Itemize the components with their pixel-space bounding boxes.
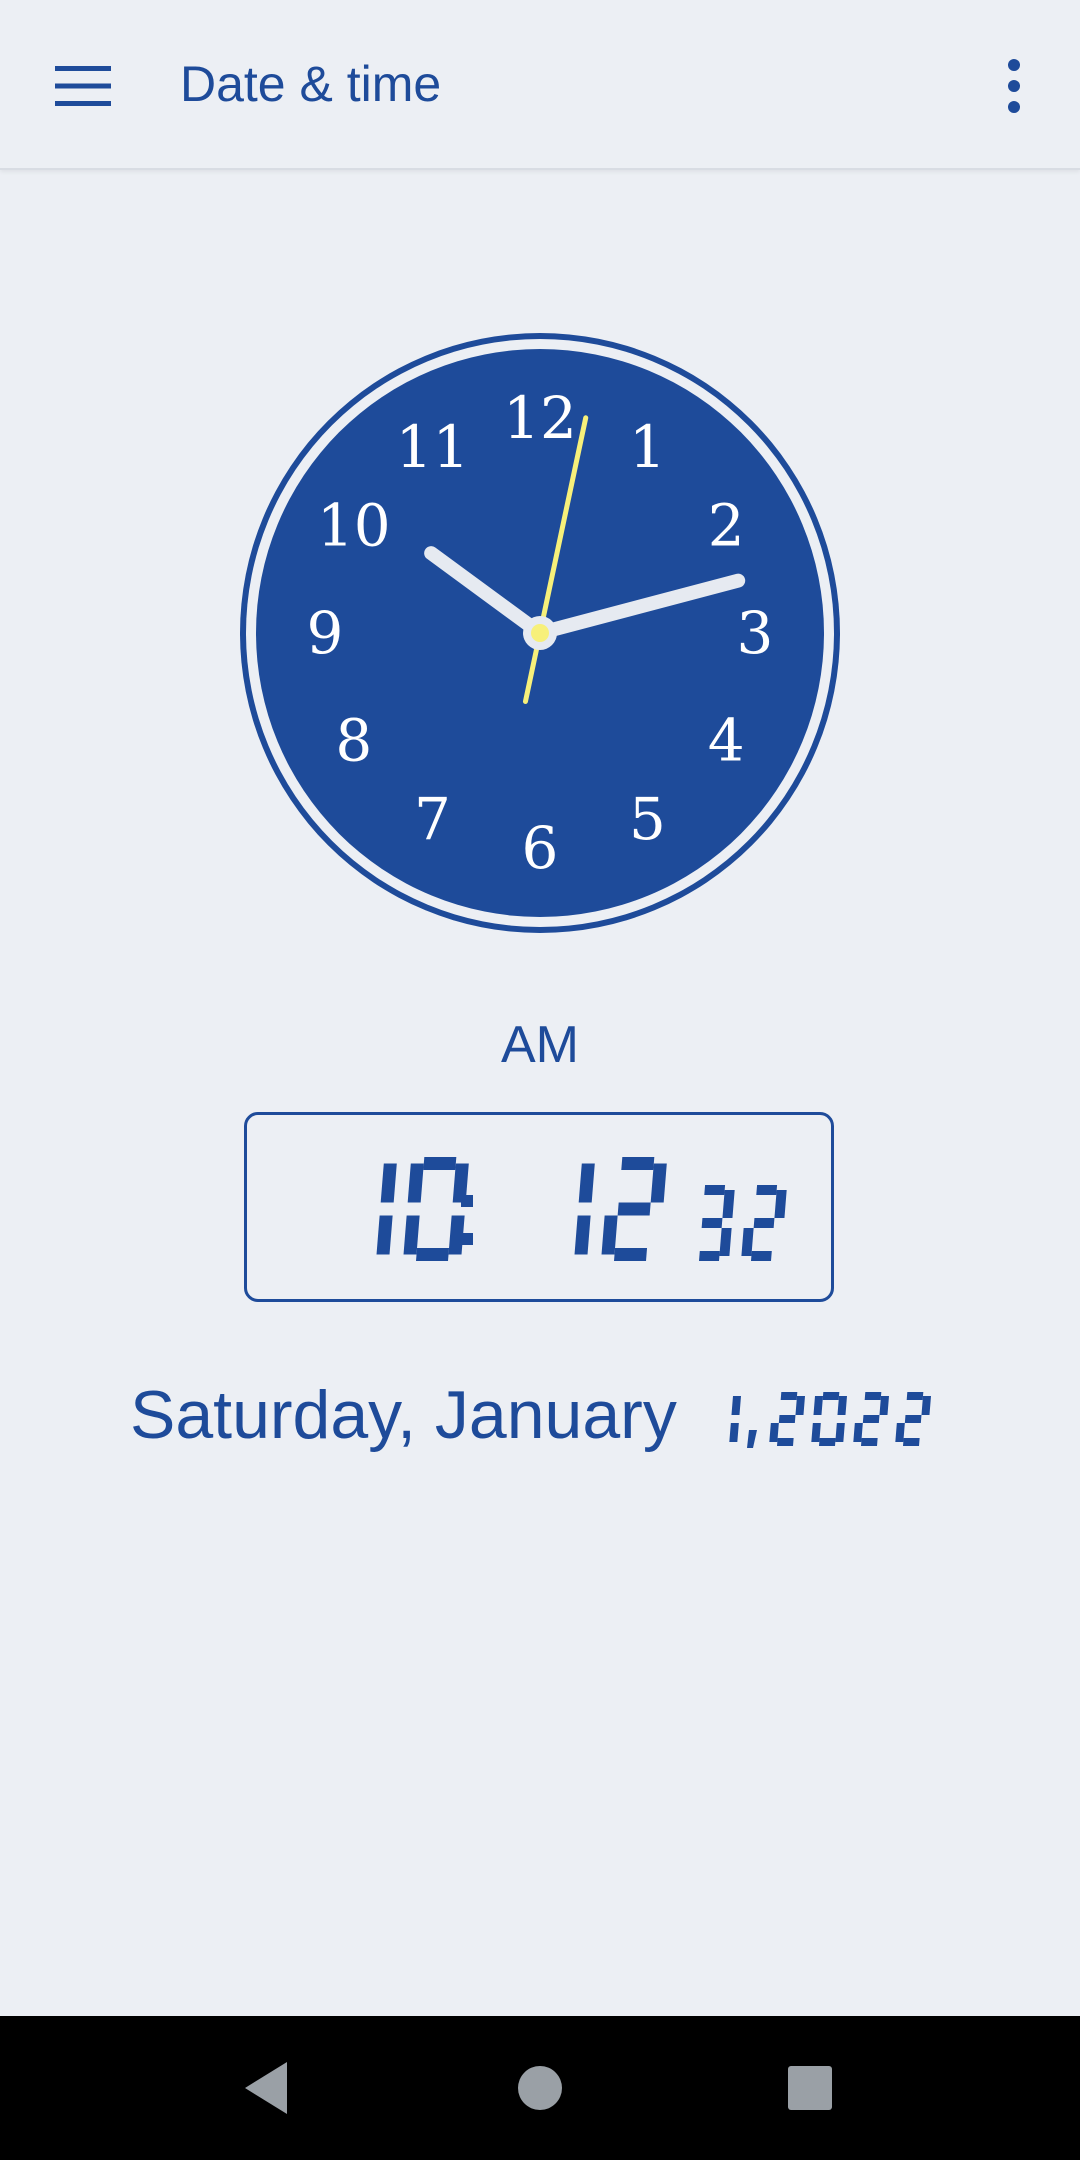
clock-numeral-9: 9 (307, 599, 344, 667)
nav-back-button[interactable] (222, 2044, 310, 2132)
digital-clock (244, 1112, 834, 1302)
digital-minutes-digit (601, 1157, 667, 1261)
digital-hours (376, 1157, 469, 1261)
digital-seconds (699, 1185, 787, 1261)
date-digit (895, 1392, 931, 1446)
back-triangle-icon (245, 2062, 287, 2114)
digital-seconds-digit (699, 1185, 735, 1261)
digital-hours-digit (403, 1157, 469, 1261)
clock-numeral-7: 7 (414, 785, 451, 853)
clock-numeral-8: 8 (335, 707, 372, 775)
clock-numeral-2: 2 (708, 492, 745, 560)
top-app-bar: Date & time (0, 0, 1080, 170)
date-day-year (701, 1386, 931, 1455)
analog-clock: 12 1 2 3 4 5 6 7 8 9 10 11 (237, 330, 843, 936)
clock-numeral-5: 5 (629, 785, 666, 853)
clock-numeral-10: 10 (317, 492, 391, 560)
overflow-menu-button[interactable] (978, 50, 1050, 122)
hamburger-menu-icon (55, 66, 111, 106)
system-navigation-bar (0, 2016, 1080, 2160)
date-digit (811, 1392, 847, 1446)
digital-minutes (574, 1157, 667, 1261)
digital-seconds-digit (741, 1185, 787, 1261)
date-digit (769, 1392, 805, 1446)
more-vert-icon (1008, 59, 1020, 113)
clock-center-dot (531, 624, 549, 642)
am-pm-indicator: AM (501, 1016, 579, 1074)
clock-numeral-11: 11 (396, 413, 470, 481)
date-weekday-month: Saturday, January (130, 1377, 677, 1453)
clock-numeral-3: 3 (737, 599, 774, 667)
digital-hours-digit (376, 1163, 397, 1255)
clock-numeral-1: 1 (629, 413, 666, 481)
date-digit (729, 1396, 741, 1442)
nav-recents-button[interactable] (766, 2044, 854, 2132)
page-title: Date & time (180, 56, 442, 112)
date-display: Saturday, January (130, 1375, 931, 1455)
home-circle-icon (518, 2066, 562, 2110)
date-time-screen: Date & time 12 1 2 3 4 5 6 7 8 9 10 11 AM (0, 0, 1080, 2160)
recents-square-icon (788, 2066, 832, 2110)
nav-home-button[interactable] (496, 2044, 584, 2132)
digital-minutes-digit (574, 1163, 595, 1255)
date-digit (853, 1392, 889, 1446)
clock-numeral-4: 4 (708, 707, 745, 775)
menu-button[interactable] (40, 50, 126, 122)
clock-numeral-12: 12 (503, 384, 577, 452)
clock-numeral-6: 6 (522, 814, 559, 882)
